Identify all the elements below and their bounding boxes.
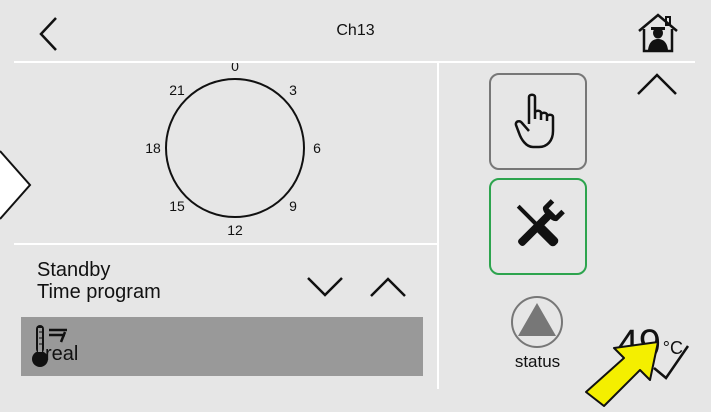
temperature-real-label: real: [45, 343, 79, 365]
clock-hour-label: 15: [169, 198, 185, 214]
hand-pointer-icon: [514, 93, 555, 149]
panel-up-chevron-icon[interactable]: [636, 70, 678, 98]
panel-divider-vertical: [437, 63, 439, 389]
clock-hour-label: 12: [227, 222, 243, 238]
scroll-up-chevron-icon[interactable]: [369, 276, 407, 298]
scroll-down-chevron-icon[interactable]: [306, 276, 344, 298]
clock-hour-label: 6: [313, 140, 321, 156]
clock-hour-label: 3: [289, 82, 297, 98]
page-title: Ch13: [336, 22, 375, 39]
clock-hour-label: 0: [231, 63, 239, 74]
clock-hour-label: 18: [145, 140, 161, 156]
back-chevron-icon[interactable]: [30, 14, 70, 54]
status-indicator-icon[interactable]: [510, 295, 564, 349]
clock-hour-label: 9: [289, 198, 297, 214]
temperature-panel: [21, 317, 423, 376]
panel-divider-horizontal: [14, 243, 437, 245]
header-divider: [14, 61, 695, 63]
expand-left-arrow-icon[interactable]: [0, 150, 34, 220]
top-bar: Ch13: [0, 0, 711, 62]
clock-dial: [165, 78, 305, 218]
service-tools-button[interactable]: [489, 178, 587, 275]
mode-status-text: Standby: [37, 259, 111, 281]
home-icon[interactable]: [636, 11, 680, 55]
status-label: status: [514, 352, 561, 371]
wrench-screwdriver-icon: [516, 199, 565, 247]
manual-mode-button[interactable]: [489, 73, 587, 170]
clock-hour-label: 21: [169, 82, 185, 98]
time-program-clock[interactable]: 0 3 6 9 12 15 18 21: [120, 63, 350, 243]
mode-program-text: Time program: [37, 281, 161, 303]
yellow-pointer-arrow-icon: [585, 341, 659, 407]
